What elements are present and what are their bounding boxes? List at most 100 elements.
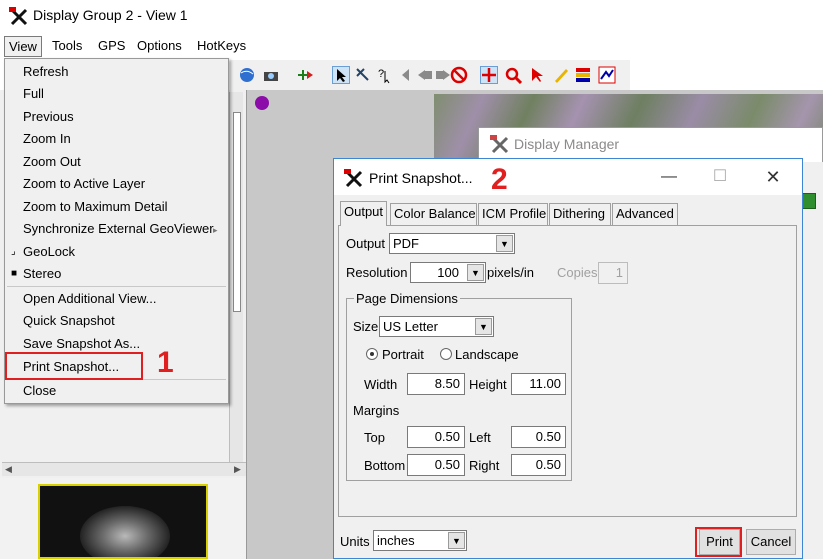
menu-item-close[interactable]: Close bbox=[23, 381, 56, 401]
resolution-select[interactable]: 100 ▼ bbox=[410, 262, 486, 283]
no-entry-icon[interactable] bbox=[450, 66, 468, 84]
select-tool-icon[interactable] bbox=[332, 66, 350, 84]
pan-left-icon[interactable] bbox=[416, 66, 434, 84]
left-margin-label: Left bbox=[469, 430, 491, 445]
vertical-scrollbar[interactable] bbox=[229, 92, 243, 464]
legend-icon[interactable] bbox=[574, 66, 592, 84]
output-select-value: PDF bbox=[393, 236, 419, 251]
resolution-value: 100 bbox=[437, 265, 459, 280]
cancel-button[interactable]: Cancel bbox=[746, 529, 796, 555]
width-label: Width bbox=[364, 377, 398, 392]
toolbar: ? bbox=[230, 60, 630, 90]
units-label: Units bbox=[340, 534, 370, 549]
tab-color-balance[interactable]: Color Balance bbox=[390, 203, 477, 225]
tab-icm-profile[interactable]: ICM Profile bbox=[478, 203, 548, 225]
top-margin-label: Top bbox=[364, 430, 385, 445]
pointer-icon[interactable] bbox=[528, 66, 546, 84]
tab-dithering[interactable]: Dithering bbox=[549, 203, 611, 225]
top-margin-field[interactable]: 0.50 bbox=[407, 426, 465, 448]
back-icon[interactable] bbox=[398, 66, 416, 84]
overview-thumbnail[interactable] bbox=[38, 484, 208, 559]
menu-options[interactable]: Options bbox=[133, 38, 186, 53]
landscape-label: Landscape bbox=[455, 347, 519, 362]
close-icon[interactable]: ✕ bbox=[759, 165, 787, 189]
menu-item-geolock[interactable]: GeoLock bbox=[23, 242, 75, 262]
app-icon bbox=[489, 134, 509, 157]
height-field[interactable]: 11.00 bbox=[511, 373, 566, 395]
menu-bar: View Tools GPS Options HotKeys bbox=[0, 34, 823, 58]
menu-separator bbox=[7, 286, 226, 287]
menu-item-previous[interactable]: Previous bbox=[23, 107, 74, 127]
window-title: Display Group 2 - View 1 bbox=[33, 7, 188, 23]
menu-item-refresh[interactable]: Refresh bbox=[23, 62, 69, 82]
portrait-radio[interactable] bbox=[366, 348, 378, 360]
menu-item-zoom-active-layer[interactable]: Zoom to Active Layer bbox=[23, 174, 145, 194]
zoom-tool-icon[interactable] bbox=[504, 66, 523, 85]
menu-view[interactable]: View bbox=[4, 36, 42, 57]
map-icon[interactable] bbox=[598, 66, 616, 84]
camera-icon[interactable] bbox=[262, 66, 280, 84]
main-title-bar: Display Group 2 - View 1 bbox=[0, 0, 823, 32]
menu-item-save-snapshot[interactable]: Save Snapshot As... bbox=[23, 334, 140, 354]
query-icon[interactable]: ? bbox=[376, 66, 394, 84]
horizontal-scrollbar[interactable]: ◀ ▶ bbox=[2, 462, 246, 476]
tab-advanced[interactable]: Advanced bbox=[612, 203, 678, 225]
minimize-icon[interactable]: — bbox=[655, 165, 683, 189]
menu-item-quick-snapshot[interactable]: Quick Snapshot bbox=[23, 311, 115, 331]
menu-item-open-additional-view[interactable]: Open Additional View... bbox=[23, 289, 156, 309]
menu-item-stereo[interactable]: Stereo bbox=[23, 264, 61, 284]
bottom-margin-field[interactable]: 0.50 bbox=[407, 454, 465, 476]
scroll-right-icon[interactable]: ▶ bbox=[234, 464, 241, 475]
landscape-radio[interactable] bbox=[440, 348, 452, 360]
right-margin-label: Right bbox=[469, 458, 500, 473]
copies-field[interactable]: 1 bbox=[598, 262, 628, 284]
menu-item-sync-geoviewer[interactable]: Synchronize External GeoViewer bbox=[23, 219, 214, 239]
svg-text:?: ? bbox=[378, 68, 384, 80]
pan-tool-icon[interactable] bbox=[480, 66, 498, 84]
print-snapshot-dialog: Print Snapshot... — ☐ ✕ 2 Output Color B… bbox=[333, 158, 803, 559]
units-select-value: inches bbox=[377, 533, 415, 548]
chevron-down-icon[interactable]: ▼ bbox=[496, 235, 513, 252]
resolution-label: Resolution bbox=[346, 265, 408, 280]
resolution-units-label: pixels/in bbox=[487, 265, 534, 280]
menu-gps[interactable]: GPS bbox=[94, 38, 129, 53]
units-select[interactable]: inches ▼ bbox=[373, 530, 467, 551]
scroll-left-icon[interactable]: ◀ bbox=[5, 464, 12, 475]
app-icon bbox=[8, 6, 28, 29]
display-manager-title: Display Manager bbox=[514, 136, 620, 152]
output-select[interactable]: PDF ▼ bbox=[389, 233, 515, 254]
page-dimensions-title: Page Dimensions bbox=[354, 291, 460, 306]
dialog-title: Print Snapshot... bbox=[369, 170, 473, 186]
menu-hotkeys[interactable]: HotKeys bbox=[193, 38, 250, 53]
copies-label: Copies bbox=[557, 265, 598, 280]
add-layer-icon[interactable] bbox=[296, 66, 314, 84]
pencil-icon[interactable] bbox=[552, 66, 570, 84]
app-icon bbox=[343, 168, 363, 191]
height-label: Height bbox=[469, 377, 507, 392]
size-label: Size bbox=[353, 319, 379, 334]
chevron-down-icon[interactable]: ▼ bbox=[448, 532, 465, 549]
left-margin-field[interactable]: 0.50 bbox=[511, 426, 566, 448]
highlight-print-button bbox=[695, 527, 742, 557]
layer-dot-icon bbox=[255, 96, 269, 110]
menu-tools[interactable]: Tools bbox=[48, 38, 86, 53]
chevron-down-icon[interactable]: ▼ bbox=[467, 264, 484, 281]
margins-label: Margins bbox=[353, 403, 400, 418]
size-select[interactable]: US Letter ▼ bbox=[379, 316, 494, 337]
chevron-down-icon[interactable]: ▼ bbox=[475, 318, 492, 335]
right-margin-field[interactable]: 0.50 bbox=[511, 454, 566, 476]
menu-item-zoom-out[interactable]: Zoom Out bbox=[23, 152, 81, 172]
checkbox-checked-icon: ■ bbox=[11, 268, 18, 279]
edit-select-icon[interactable] bbox=[354, 66, 372, 84]
menu-item-full[interactable]: Full bbox=[23, 84, 44, 104]
menu-item-zoom-max-detail[interactable]: Zoom to Maximum Detail bbox=[23, 197, 167, 217]
submenu-arrow-icon: ▸ bbox=[213, 225, 218, 235]
width-field[interactable]: 8.50 bbox=[407, 373, 465, 395]
size-select-value: US Letter bbox=[383, 319, 438, 334]
globe-icon[interactable] bbox=[238, 66, 256, 84]
maximize-icon[interactable]: ☐ bbox=[706, 165, 734, 189]
tab-output[interactable]: Output bbox=[340, 201, 387, 226]
unchecked-icon: ⌟ bbox=[11, 246, 16, 257]
menu-item-zoom-in[interactable]: Zoom In bbox=[23, 129, 71, 149]
highlight-print-snapshot bbox=[5, 352, 143, 380]
